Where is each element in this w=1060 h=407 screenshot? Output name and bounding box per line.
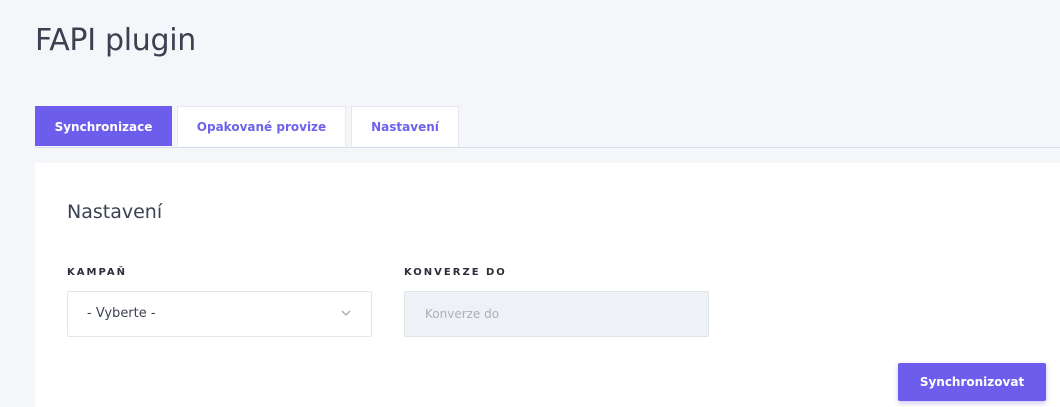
page-title: FAPI plugin (35, 23, 196, 58)
campaign-select-value: - Vyberte - (87, 306, 156, 321)
conversion-label: KONVERZE DO (404, 267, 507, 278)
campaign-select[interactable]: - Vyberte - (67, 291, 372, 337)
campaign-label: KAMPAŇ (67, 267, 127, 278)
tab-nastaveni[interactable]: Nastavení (351, 106, 459, 146)
tab-bar: Synchronizace Opakované provize Nastaven… (35, 106, 1060, 148)
synchronize-button[interactable]: Synchronizovat (898, 363, 1046, 401)
chevron-down-icon (341, 310, 351, 316)
tab-opakovane-provize[interactable]: Opakované provize (177, 106, 346, 146)
settings-card: Nastavení KAMPAŇ KONVERZE DO - Vyberte -… (35, 163, 1060, 407)
conversion-input[interactable] (404, 291, 709, 337)
section-title: Nastavení (67, 201, 163, 223)
tab-synchronizace[interactable]: Synchronizace (35, 106, 172, 146)
